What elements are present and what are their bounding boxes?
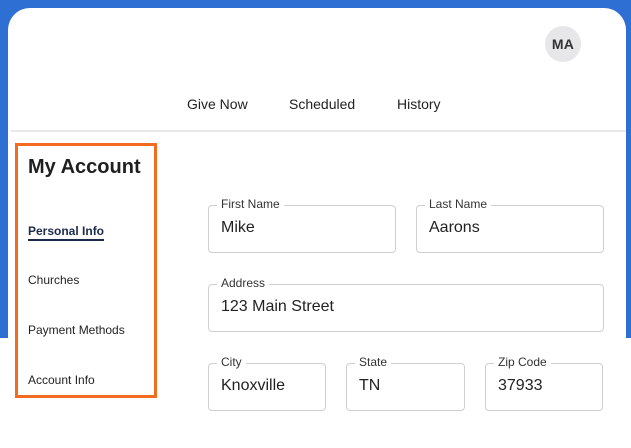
city-label: City [217, 355, 246, 369]
sidebar-item-personal-info[interactable]: Personal Info [28, 224, 105, 241]
last-name-field[interactable]: Last Name Aarons [416, 197, 604, 253]
state-value[interactable]: TN [359, 377, 380, 395]
tab-history[interactable]: History [397, 96, 441, 112]
first-name-value[interactable]: Mike [221, 219, 255, 237]
avatar-initials: MA [551, 36, 575, 52]
sidebar-item-payment-methods[interactable]: Payment Methods [28, 323, 125, 337]
account-sidebar: My Account Personal Info Churches Paymen… [15, 143, 157, 398]
first-name-label: First Name [217, 197, 284, 211]
tab-scheduled[interactable]: Scheduled [289, 96, 355, 112]
nav-divider [11, 130, 626, 132]
sidebar-item-churches[interactable]: Churches [28, 273, 79, 287]
state-field[interactable]: State TN [346, 355, 465, 411]
last-name-label: Last Name [425, 197, 492, 211]
city-value[interactable]: Knoxville [221, 377, 285, 395]
sidebar-title: My Account [28, 156, 141, 178]
last-name-value[interactable]: Aarons [429, 219, 480, 237]
state-label: State [355, 355, 392, 369]
tab-give-now[interactable]: Give Now [187, 96, 248, 112]
address-label: Address [217, 276, 270, 290]
address-field[interactable]: Address 123 Main Street [208, 276, 604, 332]
zip-code-field[interactable]: Zip Code 37933 [485, 355, 603, 411]
user-avatar[interactable]: MA [545, 26, 581, 62]
city-field[interactable]: City Knoxville [208, 355, 326, 411]
first-name-field[interactable]: First Name Mike [208, 197, 396, 253]
zip-code-label: Zip Code [494, 355, 551, 369]
address-value[interactable]: 123 Main Street [221, 298, 334, 316]
sidebar-item-account-info[interactable]: Account Info [28, 373, 95, 387]
zip-code-value[interactable]: 37933 [498, 377, 543, 395]
